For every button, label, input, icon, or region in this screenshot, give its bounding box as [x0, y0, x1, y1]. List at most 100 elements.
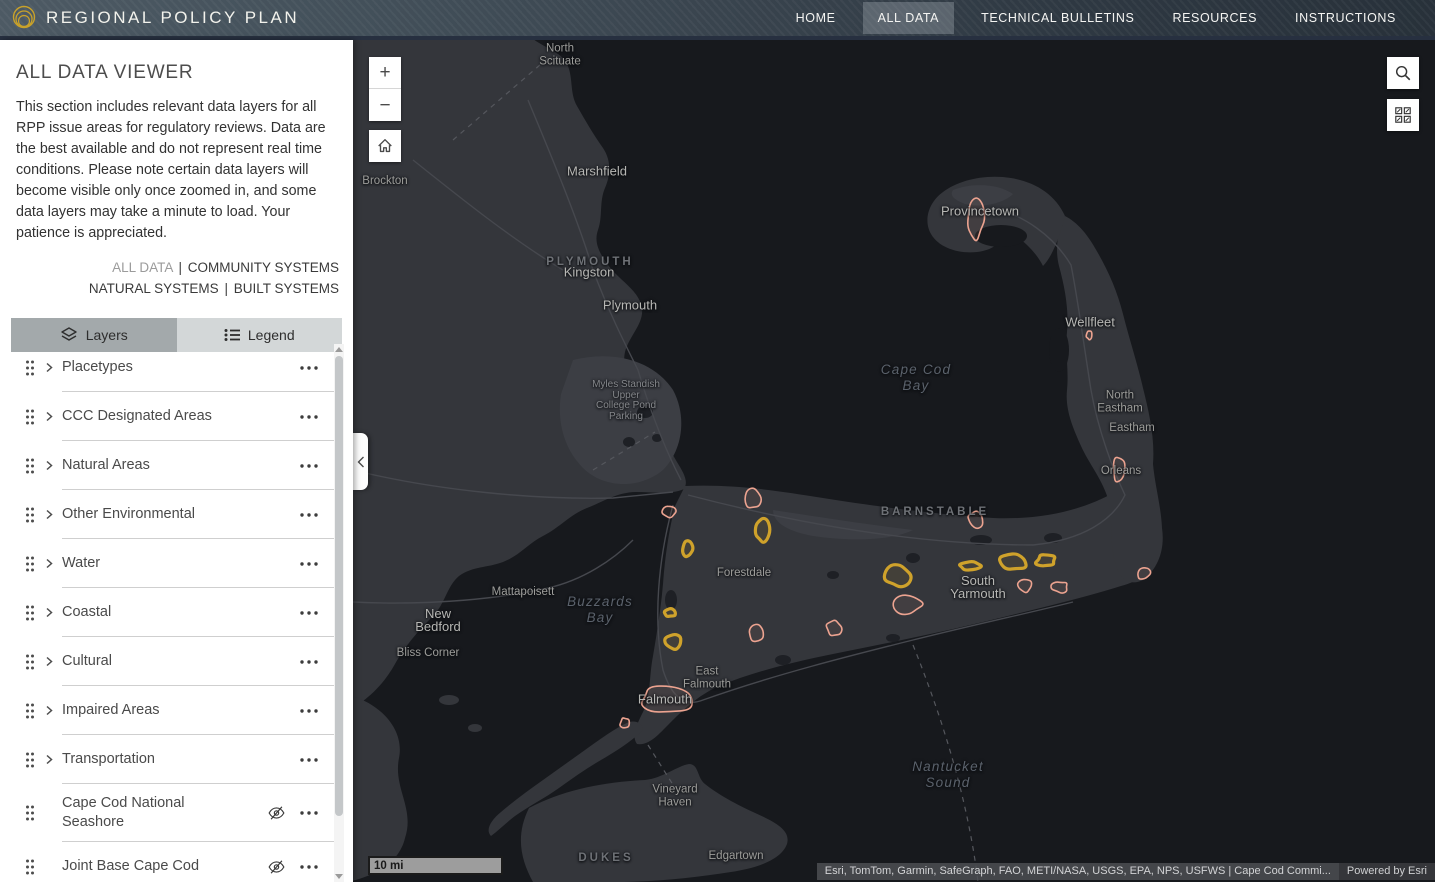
link-all-data[interactable]: ALL DATA — [112, 260, 173, 275]
attribution-text: Esri, TomTom, Garmin, SafeGraph, FAO, ME… — [817, 863, 1339, 880]
layer-options-button[interactable] — [298, 703, 320, 719]
layer-row-joint-base-cape-cod: Joint Base Cape Cod — [0, 842, 334, 882]
legend-icon — [224, 328, 240, 342]
layer-label: Cultural — [62, 652, 248, 671]
environmental-area-outline — [1086, 331, 1092, 340]
nav-all-data[interactable]: ALL DATA — [863, 2, 955, 34]
visibility-off-icon[interactable] — [267, 805, 286, 822]
expand-chevron-icon[interactable] — [44, 754, 58, 765]
layer-row-coastal: Coastal — [0, 588, 334, 637]
drag-handle-icon[interactable] — [25, 654, 35, 670]
drag-handle-icon[interactable] — [25, 805, 35, 821]
sidebar-collapse-handle[interactable] — [353, 433, 368, 490]
layer-row-natural-areas: Natural Areas — [0, 441, 334, 490]
link-built-systems[interactable]: BUILT SYSTEMS — [234, 281, 339, 296]
environmental-area-outline — [1113, 457, 1124, 481]
scroll-thumb[interactable] — [335, 356, 343, 816]
designated-area-outline — [755, 518, 769, 542]
search-icon — [1394, 64, 1412, 82]
designated-area-outline — [664, 609, 675, 617]
sidebar-panel: ALL DATA VIEWER This section includes re… — [0, 40, 353, 882]
layer-label: Placetypes — [62, 358, 248, 377]
nav-home[interactable]: HOME — [794, 2, 838, 34]
basemap — [353, 40, 1435, 882]
drag-handle-icon[interactable] — [25, 859, 35, 875]
environmental-area-outline — [620, 718, 629, 728]
link-community-systems[interactable]: COMMUNITY SYSTEMS — [188, 260, 339, 275]
sidebar-scrollbar[interactable] — [334, 344, 344, 882]
drag-handle-icon[interactable] — [25, 409, 35, 425]
search-button[interactable] — [1387, 57, 1419, 89]
layer-options-button[interactable] — [298, 654, 320, 670]
visibility-off-icon[interactable] — [267, 858, 286, 875]
nav-instructions[interactable]: INSTRUCTIONS — [1293, 2, 1398, 34]
expand-chevron-icon[interactable] — [44, 362, 58, 373]
app: REGIONAL POLICY PLAN HOME ALL DATA TECHNIC… — [0, 0, 1435, 882]
layer-label: Water — [62, 554, 248, 573]
scale-bar: 10 mi — [368, 856, 503, 875]
powered-by-esri: Powered by Esri — [1339, 863, 1435, 880]
layer-list: Placetypes CCC Designated Areas Natural Ar… — [0, 343, 334, 882]
designated-area-outline — [683, 541, 693, 557]
layer-row-water: Water — [0, 539, 334, 588]
nav-resources[interactable]: RESOURCES — [1170, 2, 1259, 34]
drag-handle-icon[interactable] — [25, 507, 35, 523]
drag-handle-icon[interactable] — [25, 556, 35, 572]
layer-label: Other Environmental — [62, 505, 248, 524]
layer-row-other-environmental: Other Environmental — [0, 490, 334, 539]
drag-handle-icon[interactable] — [25, 605, 35, 621]
nav-technical-bulletins[interactable]: TECHNICAL BULLETINS — [979, 2, 1136, 34]
layer-row-cultural: Cultural — [0, 637, 334, 686]
expand-chevron-icon[interactable] — [44, 411, 58, 422]
link-natural-systems[interactable]: NATURAL SYSTEMS — [89, 281, 219, 296]
rpp-logo-icon — [10, 4, 38, 32]
expand-chevron-icon[interactable] — [44, 558, 58, 569]
layer-options-button[interactable] — [298, 859, 320, 875]
drag-handle-icon[interactable] — [25, 752, 35, 768]
layer-options-button[interactable] — [298, 458, 320, 474]
expand-chevron-icon[interactable] — [44, 607, 58, 618]
layer-label: Cape Cod National Seashore — [62, 794, 248, 832]
dataset-links: ALL DATA | COMMUNITY SYSTEMS NATURAL SYS… — [16, 257, 339, 299]
layer-row-ccc-designated-areas: CCC Designated Areas — [0, 392, 334, 441]
designated-area-outline — [960, 562, 982, 570]
plus-icon: + — [379, 63, 390, 82]
layer-label: CCC Designated Areas — [62, 407, 248, 426]
zoom-in-button[interactable]: + — [369, 57, 401, 89]
scroll-up-icon[interactable] — [335, 347, 343, 352]
scroll-down-icon[interactable] — [335, 874, 343, 879]
panel-title: ALL DATA VIEWER — [16, 62, 337, 84]
drag-handle-icon[interactable] — [25, 458, 35, 474]
layer-options-button[interactable] — [298, 805, 320, 821]
expand-chevron-icon[interactable] — [44, 705, 58, 716]
layer-options-button[interactable] — [298, 507, 320, 523]
expand-chevron-icon[interactable] — [44, 509, 58, 520]
layer-options-button[interactable] — [298, 409, 320, 425]
layer-options-button[interactable] — [298, 605, 320, 621]
home-extent-button[interactable] — [369, 130, 401, 162]
home-icon — [376, 137, 394, 155]
main-nav: HOME ALL DATA TECHNICAL BULLETINS RESOURCES… — [777, 0, 1415, 36]
app-title: REGIONAL POLICY PLAN — [46, 8, 299, 28]
designated-area-outline — [1036, 555, 1055, 566]
zoom-out-button[interactable]: − — [369, 89, 401, 121]
environmental-area-outline — [642, 686, 693, 712]
expand-chevron-icon[interactable] — [44, 460, 58, 471]
layer-row-placetypes: Placetypes — [0, 343, 334, 392]
layer-options-button[interactable] — [298, 752, 320, 768]
environmental-area-outline — [749, 624, 763, 641]
layer-label: Transportation — [62, 750, 248, 769]
expand-squares-button[interactable] — [1387, 99, 1419, 131]
drag-handle-icon[interactable] — [25, 360, 35, 376]
layer-label: Impaired Areas — [62, 701, 248, 720]
expand-chevron-icon[interactable] — [44, 656, 58, 667]
drag-handle-icon[interactable] — [25, 703, 35, 719]
layer-row-impaired-areas: Impaired Areas — [0, 686, 334, 735]
minus-icon: − — [379, 96, 390, 115]
map-canvas[interactable]: North ScituateBrocktonMarshfieldPLYMOUTH… — [353, 40, 1435, 882]
layer-label: Coastal — [62, 603, 248, 622]
layer-options-button[interactable] — [298, 556, 320, 572]
layer-options-button[interactable] — [298, 360, 320, 376]
designated-area-outline — [1000, 554, 1026, 569]
designated-area-outline — [665, 635, 681, 650]
